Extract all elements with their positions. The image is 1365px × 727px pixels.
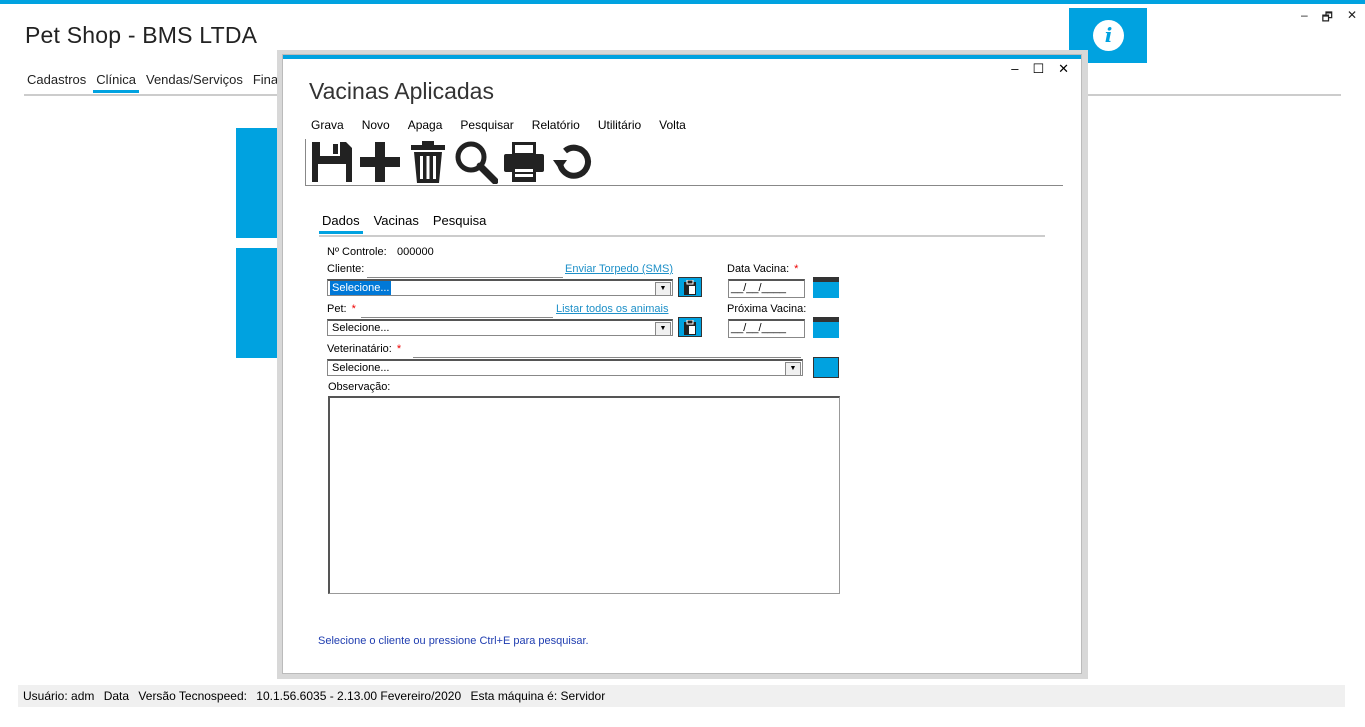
- dialog-close-button[interactable]: ✕: [1058, 61, 1069, 77]
- cliente-label-underline: [367, 277, 563, 278]
- close-button[interactable]: ✕: [1347, 8, 1357, 29]
- menu-vendas-servicos[interactable]: Vendas/Serviços: [143, 70, 246, 93]
- cliente-clipboard-button[interactable]: [678, 277, 702, 297]
- status-data: Data: [103, 689, 130, 703]
- dialog-menu: Grava Novo Apaga Pesquisar Relatório Uti…: [311, 118, 704, 132]
- listar-animais-link[interactable]: Listar todos os animais: [556, 303, 669, 315]
- status-versao-value: 10.1.56.6035 - 2.13.00 Fevereiro/2020: [256, 689, 462, 703]
- undo-icon[interactable]: [549, 139, 595, 185]
- clipboard-icon: [684, 319, 696, 335]
- menu-pesquisar[interactable]: Pesquisar: [460, 118, 513, 132]
- toolbar: [309, 139, 595, 185]
- status-maquina: Esta máquina é: Servidor: [470, 689, 606, 703]
- restore-button[interactable]: 🗗: [1322, 8, 1333, 29]
- vet-select-value: Selecione...: [332, 362, 390, 374]
- dialog-window-controls: – ☐ ✕: [1011, 61, 1069, 77]
- vacinas-dialog: – ☐ ✕ Vacinas Aplicadas Grava Novo Apaga…: [282, 54, 1082, 674]
- minimize-button[interactable]: –: [1301, 8, 1308, 29]
- chevron-down-icon: ▼: [785, 362, 801, 376]
- pet-select-value: Selecione...: [332, 322, 390, 334]
- obs-label: Observação:: [328, 381, 391, 393]
- data-vacina-required-mark: *: [794, 263, 799, 275]
- vet-button[interactable]: [813, 357, 839, 378]
- data-vacina-input[interactable]: __/__/____: [728, 279, 805, 298]
- enviar-sms-link[interactable]: Enviar Torpedo (SMS): [565, 263, 673, 275]
- dialog-accent-bar: [283, 55, 1081, 59]
- print-icon[interactable]: [501, 139, 547, 185]
- tab-dados[interactable]: Dados: [319, 213, 363, 234]
- cliente-select-value: Selecione...: [330, 281, 392, 295]
- plus-icon[interactable]: [357, 139, 403, 185]
- chevron-down-icon: ▼: [655, 322, 671, 336]
- search-icon[interactable]: [453, 139, 499, 185]
- pet-select[interactable]: Selecione... ▼: [327, 319, 673, 336]
- menu-utilitario[interactable]: Utilitário: [598, 118, 641, 132]
- data-vacina-label-text: Data Vacina:: [727, 263, 790, 275]
- tab-pesquisa[interactable]: Pesquisa: [430, 213, 489, 234]
- chevron-down-icon: ▼: [655, 282, 671, 296]
- data-vacina-label: Data Vacina: *: [727, 263, 798, 275]
- pet-label-text: Pet:: [327, 303, 347, 315]
- info-icon: i: [1093, 20, 1124, 51]
- menu-clinica[interactable]: Clínica: [93, 70, 139, 93]
- controle-value: 000000: [397, 246, 434, 258]
- menu-novo[interactable]: Novo: [362, 118, 390, 132]
- tabs-divider: [319, 235, 1045, 237]
- menu-grava[interactable]: Grava: [311, 118, 344, 132]
- cliente-label: Cliente:: [327, 263, 365, 275]
- main-menu: Cadastros Clínica Vendas/Serviços Finan: [24, 70, 292, 93]
- menu-relatorio[interactable]: Relatório: [532, 118, 580, 132]
- pet-clipboard-button[interactable]: [678, 317, 702, 337]
- proxima-vacina-label: Próxima Vacina:: [727, 303, 807, 315]
- controle-label: Nº Controle:: [327, 246, 387, 258]
- vet-select[interactable]: Selecione... ▼: [327, 359, 803, 376]
- menu-cadastros[interactable]: Cadastros: [24, 70, 89, 93]
- pet-label-underline: [361, 317, 553, 318]
- status-versao-label: Versão Tecnospeed:: [138, 689, 247, 703]
- app-title: Pet Shop - BMS LTDA: [25, 22, 258, 48]
- dialog-title: Vacinas Aplicadas: [309, 78, 494, 104]
- vet-label-text: Veterinatário:: [327, 343, 392, 355]
- top-accent-bar: [0, 0, 1365, 4]
- proxima-vacina-input[interactable]: __/__/____: [728, 319, 805, 338]
- clipboard-icon: [684, 279, 696, 295]
- vet-required-mark: *: [396, 343, 402, 355]
- vet-label-underline: [413, 357, 801, 358]
- dialog-tabs: Dados Vacinas Pesquisa: [319, 213, 497, 234]
- vet-label: Veterinatário: *: [327, 343, 401, 355]
- menu-volta[interactable]: Volta: [659, 118, 686, 132]
- trash-icon[interactable]: [405, 139, 451, 185]
- toolbar-left-border: [305, 139, 306, 186]
- status-bar: Usuário: adm Data Versão Tecnospeed: 10.…: [18, 685, 1345, 707]
- menu-apaga[interactable]: Apaga: [408, 118, 443, 132]
- toolbar-divider: [305, 185, 1063, 186]
- pet-label: Pet: *: [327, 303, 356, 315]
- observacao-textarea[interactable]: [328, 396, 840, 594]
- dialog-minimize-button[interactable]: –: [1011, 61, 1018, 77]
- dialog-maximize-button[interactable]: ☐: [1032, 61, 1044, 77]
- proxima-vacina-calendar-button[interactable]: [813, 317, 839, 338]
- pet-required-mark: *: [351, 303, 356, 315]
- cliente-select[interactable]: Selecione... ▼: [327, 279, 673, 296]
- save-icon[interactable]: [309, 139, 355, 185]
- tab-vacinas[interactable]: Vacinas: [371, 213, 422, 234]
- status-usuario: Usuário: adm: [23, 689, 95, 703]
- data-vacina-calendar-button[interactable]: [813, 277, 839, 298]
- hint-text: Selecione o cliente ou pressione Ctrl+E …: [318, 635, 589, 647]
- window-controls: – 🗗 ✕: [1301, 8, 1357, 29]
